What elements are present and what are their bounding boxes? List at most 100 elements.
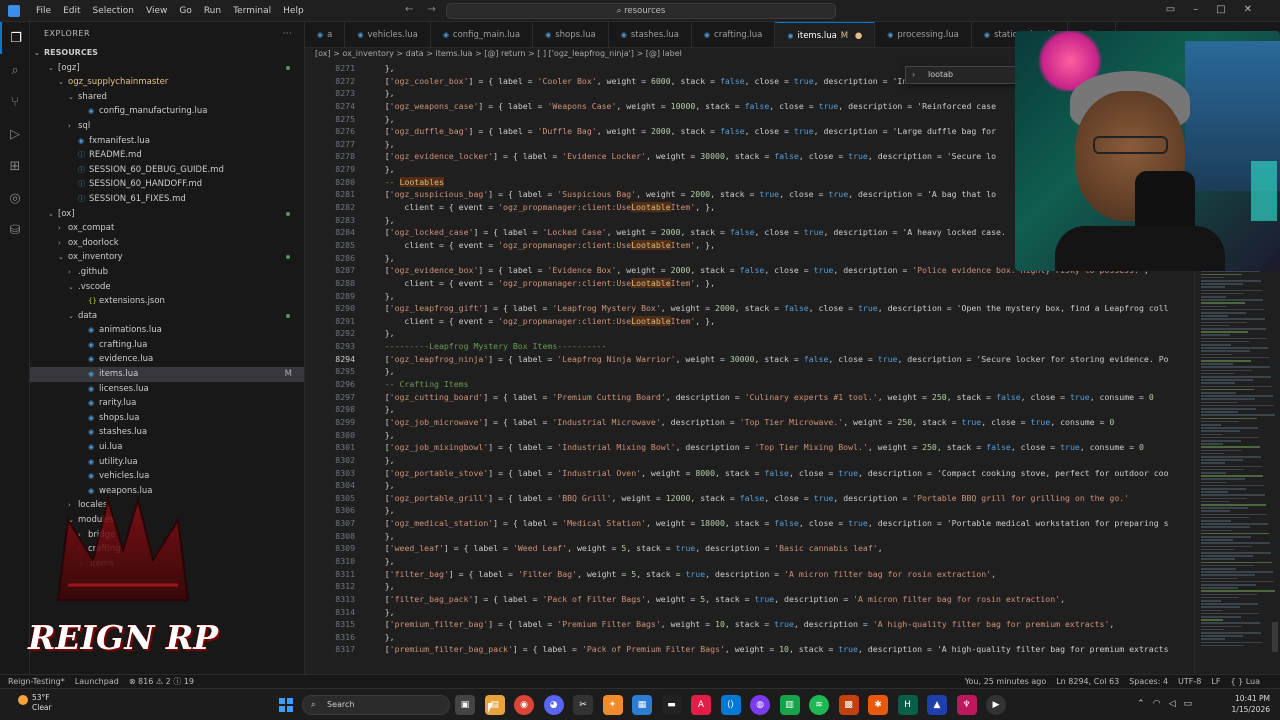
tree-item[interactable]: ⌄ data — [30, 309, 304, 324]
find-input[interactable]: lootab — [928, 70, 953, 79]
minimize-icon[interactable]: – — [1193, 4, 1216, 15]
terminal-icon[interactable]: ▬ — [661, 695, 682, 715]
command-center[interactable]: ⌕ resources — [446, 3, 836, 19]
tree-item[interactable]: › .github — [30, 265, 304, 280]
weather-widget[interactable]: 53°F Clear — [18, 693, 52, 713]
tree-item[interactable]: ⌄ shared — [30, 90, 304, 105]
volume-icon[interactable]: ◁ — [1169, 699, 1184, 709]
close-icon[interactable]: ✕ — [1244, 4, 1270, 15]
tree-item[interactable]: ◉ crafting.lua — [30, 338, 304, 353]
source-control-icon[interactable]: ⑂ — [0, 86, 30, 118]
taskbar-search[interactable]: ⌕ Search — [302, 695, 450, 715]
layout-icon[interactable]: ▭ — [1166, 4, 1193, 15]
menu-item-terminal[interactable]: Terminal — [227, 6, 277, 16]
task-view-icon[interactable]: ▣ — [455, 695, 475, 715]
code-line[interactable]: 8309 ['weed_leaf'] = { label = 'Weed Lea… — [305, 542, 1195, 555]
code-line[interactable]: 8289 }, — [305, 290, 1195, 303]
tree-root[interactable]: ⌄ RESOURCES — [30, 46, 304, 61]
tree-item[interactable]: ◉ animations.lua — [30, 323, 304, 338]
system-tray[interactable]: ⌃◠◁▭ — [1137, 699, 1200, 709]
tree-item[interactable]: › ox_compat — [30, 221, 304, 236]
app-icon[interactable]: ✦ — [602, 695, 623, 715]
tab-vehicles-lua[interactable]: ◉ vehicles.lua — [345, 22, 431, 47]
app-icon[interactable]: ▥ — [779, 695, 800, 715]
code-line[interactable]: 8292 }, — [305, 327, 1195, 340]
status-item[interactable]: ⊗ 816 ⚠ 2 ⓘ 19 — [129, 677, 194, 686]
nav-arrows[interactable]: ←→ — [405, 4, 450, 15]
tree-item[interactable]: ⓘ SESSION_61_FIXES.md — [30, 192, 304, 207]
app-icon[interactable]: ▦ — [632, 695, 652, 715]
tree-item[interactable]: ⓘ SESSION_60_DEBUG_GUIDE.md — [30, 163, 304, 178]
code-line[interactable]: 8290 ['ogz_leapfrog_gift'] = { label = '… — [305, 302, 1195, 315]
code-line[interactable]: 8300 }, — [305, 429, 1195, 442]
adobe-icon[interactable]: A — [691, 695, 711, 715]
code-line[interactable]: 8303 ['ogz_portable_stove'] = { label = … — [305, 467, 1195, 480]
tab-crafting-lua[interactable]: ◉ crafting.lua — [692, 22, 776, 47]
menu-item-help[interactable]: Help — [277, 6, 310, 16]
menu-item-edit[interactable]: Edit — [57, 6, 86, 16]
code-line[interactable]: 8294 ['ogz_leapfrog_ninja'] = { label = … — [305, 353, 1195, 366]
code-line[interactable]: 8317 ['premium_filter_bag_pack'] = { lab… — [305, 643, 1195, 656]
tab-items-lua[interactable]: ◉ items.lua M ● — [775, 22, 876, 47]
maximize-icon[interactable]: □ — [1216, 4, 1243, 15]
code-line[interactable]: 8314 }, — [305, 606, 1195, 619]
app-icon[interactable]: ▲ — [927, 695, 947, 715]
code-line[interactable]: 8291 client = { event = 'ogz_propmanager… — [305, 315, 1195, 328]
back-arrow-icon[interactable]: ← — [405, 4, 427, 15]
snipping-tool-icon[interactable]: ✂ — [573, 695, 593, 715]
spotify-icon[interactable]: ≋ — [809, 695, 829, 715]
tree-item[interactable]: ◉ ui.lua — [30, 440, 304, 455]
code-line[interactable]: 8313 ['filter_bag_pack'] = { label = 'Pa… — [305, 593, 1195, 606]
tree-item[interactable]: ◉ stashes.lua — [30, 425, 304, 440]
chevron-up-icon[interactable]: ⌃ — [1137, 699, 1153, 709]
tree-item[interactable]: ◉ rarity.lua — [30, 396, 304, 411]
status-item[interactable]: Spaces: 4 — [1129, 677, 1168, 686]
tree-item[interactable]: ◉ evidence.lua — [30, 352, 304, 367]
menu-item-view[interactable]: View — [140, 6, 173, 16]
code-line[interactable]: 8316 }, — [305, 631, 1195, 644]
status-item[interactable]: LF — [1211, 677, 1220, 686]
code-line[interactable]: 8315 ['premium_filter_bag'] = { label = … — [305, 618, 1195, 631]
code-line[interactable]: 8308 }, — [305, 530, 1195, 543]
tree-item[interactable]: ⌄ [ogz] — [30, 61, 304, 76]
tree-item[interactable]: ⌄ .vscode — [30, 280, 304, 295]
code-line[interactable]: 8298 }, — [305, 403, 1195, 416]
start-button[interactable] — [279, 698, 293, 712]
code-line[interactable]: 8296 -- Crafting Items — [305, 378, 1195, 391]
app-icon[interactable]: ✱ — [868, 695, 888, 715]
explorer-icon[interactable]: ❐ — [0, 22, 30, 54]
status-item[interactable]: Reign-Testing* — [8, 677, 65, 686]
tab-a[interactable]: ◉ a — [305, 22, 346, 47]
scrollbar-thumb[interactable] — [1272, 622, 1278, 652]
code-line[interactable]: 8299 ['ogz_job_microwave'] = { label = '… — [305, 416, 1195, 429]
code-line[interactable]: 8304 }, — [305, 479, 1195, 492]
code-line[interactable]: 8295 }, — [305, 365, 1195, 378]
tab-config_main-lua[interactable]: ◉ config_main.lua — [431, 22, 534, 47]
tree-item[interactable]: ◉ shops.lua — [30, 411, 304, 426]
battery-icon[interactable]: ▭ — [1183, 699, 1200, 709]
code-line[interactable]: 8311 ['filter_bag'] = { label = 'Filter … — [305, 568, 1195, 581]
status-item[interactable]: Ln 8294, Col 63 — [1056, 677, 1119, 686]
tree-item[interactable]: ◉ config_manufacturing.lua — [30, 104, 304, 119]
menu-item-go[interactable]: Go — [173, 6, 197, 16]
app-icon[interactable]: ▩ — [838, 695, 859, 715]
chrome-icon[interactable]: ◉ — [514, 695, 534, 715]
status-item[interactable]: You, 25 minutes ago — [965, 677, 1046, 686]
tree-item[interactable]: ◉ vehicles.lua — [30, 469, 304, 484]
app-icon[interactable]: H — [897, 695, 918, 715]
tree-item[interactable]: ◉ utility.lua — [30, 455, 304, 470]
menu-item-selection[interactable]: Selection — [87, 6, 140, 16]
more-actions-icon[interactable]: ··· — [283, 22, 292, 46]
status-item[interactable]: Launchpad — [75, 677, 119, 686]
tree-item[interactable]: ⌄ ox_inventory — [30, 250, 304, 265]
tree-item[interactable]: ⓘ README.md — [30, 148, 304, 163]
code-line[interactable]: 8306 }, — [305, 504, 1195, 517]
code-line[interactable]: 8301 ['ogz_job_mixingbowl'] = { label = … — [305, 441, 1195, 454]
code-line[interactable]: 8297 ['ogz_cutting_board'] = { label = '… — [305, 391, 1195, 404]
database-icon[interactable]: ⛁ — [0, 214, 30, 246]
obs-icon[interactable]: ◍ — [750, 695, 770, 715]
extensions-icon[interactable]: ⊞ — [0, 150, 30, 182]
run-debug-icon[interactable]: ▷ — [0, 118, 30, 150]
app-icon[interactable]: ♆ — [956, 695, 977, 715]
code-line[interactable]: 8312 }, — [305, 580, 1195, 593]
